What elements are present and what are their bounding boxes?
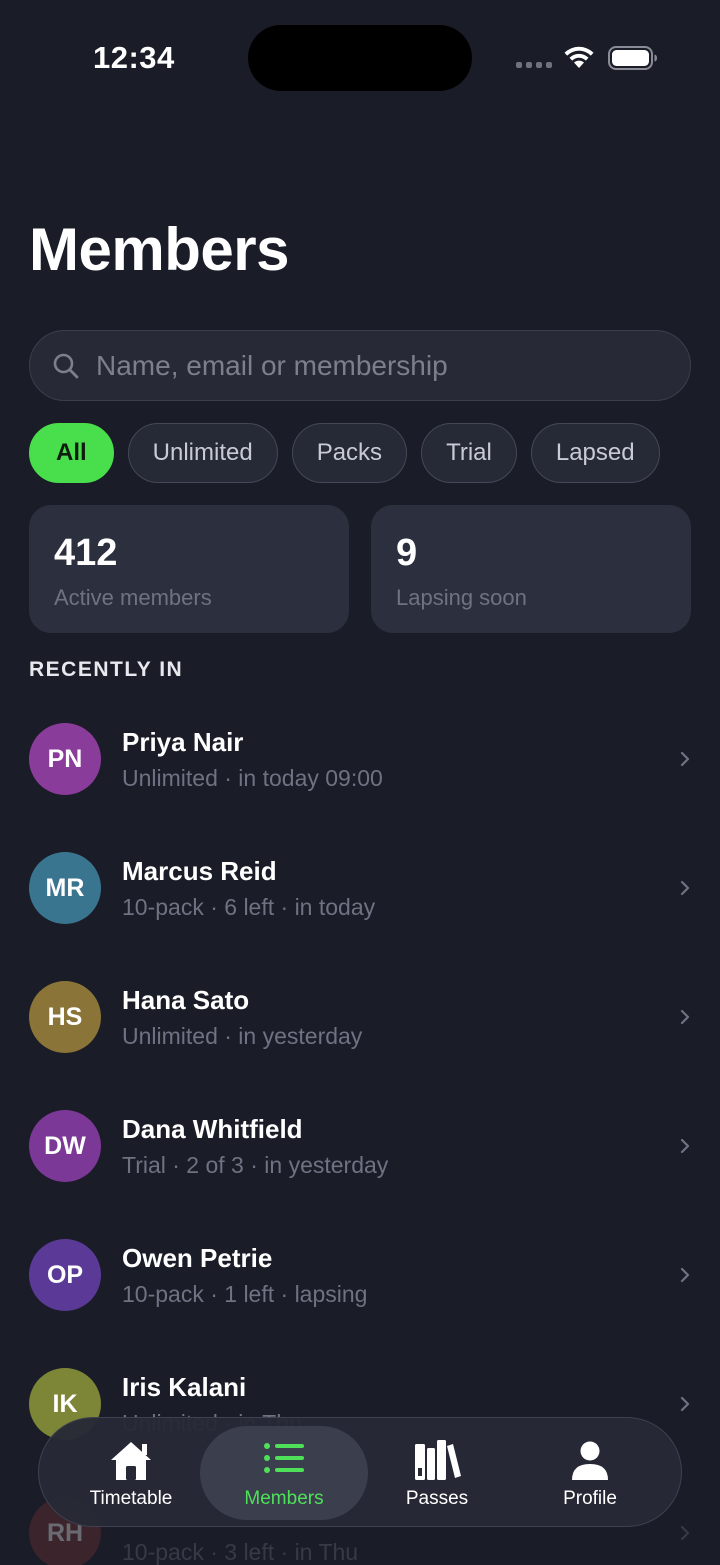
- stat-label: Active members: [54, 585, 212, 610]
- stat-label: Lapsing soon: [396, 585, 527, 610]
- member-detail: 10-pack · 1 left · lapsing: [122, 1281, 368, 1307]
- avatar: MR: [29, 852, 101, 924]
- member-detail: Trial · 2 of 3 · in yesterday: [122, 1152, 389, 1178]
- member-name: Hana Sato: [122, 985, 250, 1015]
- chevron-right-icon: [680, 1138, 690, 1154]
- member-row[interactable]: HS Hana Sato Unlimited · in yesterday: [0, 981, 720, 1081]
- tab-profile[interactable]: Profile: [506, 1426, 674, 1520]
- member-row[interactable]: OP Owen Petrie 10-pack · 1 left · lapsin…: [0, 1239, 720, 1339]
- search-icon: [53, 353, 79, 378]
- tab-timetable[interactable]: Timetable: [47, 1426, 215, 1520]
- member-detail: Unlimited · in today 09:00: [122, 765, 383, 791]
- tab-label: Timetable: [89, 1488, 173, 1509]
- chevron-right-icon: [680, 1267, 690, 1283]
- member-name: Marcus Reid: [122, 856, 277, 886]
- wifi-icon: [564, 46, 594, 68]
- member-name: Priya Nair: [122, 727, 244, 757]
- member-detail: 10-pack · 3 left · in Thu: [122, 1539, 359, 1565]
- member-name: Iris Kalani: [122, 1372, 247, 1402]
- member-detail: 10-pack · 6 left · in today: [122, 894, 376, 920]
- avatar: PN: [29, 723, 101, 795]
- status-bar: 12:34: [0, 0, 720, 110]
- member-detail: Unlimited · in yesterday: [122, 1023, 363, 1049]
- filter-chips: All Unlimited Packs Trial Lapsed: [29, 423, 660, 483]
- chevron-right-icon: [680, 880, 690, 896]
- filter-chip-all[interactable]: All: [29, 423, 114, 483]
- chevron-right-icon: [680, 751, 690, 767]
- member-row[interactable]: PN Priya Nair Unlimited · in today 09:00: [0, 723, 720, 823]
- avatar: OP: [29, 1239, 101, 1311]
- dynamic-island: [248, 25, 472, 91]
- chevron-right-icon: [680, 1396, 690, 1412]
- house-icon: [111, 1442, 151, 1480]
- person-icon: [572, 1441, 608, 1480]
- member-row[interactable]: MR Marcus Reid 10-pack · 6 left · in tod…: [0, 852, 720, 952]
- page-title: Members: [29, 216, 289, 283]
- filter-chip-packs[interactable]: Packs: [291, 423, 408, 483]
- avatar: HS: [29, 981, 101, 1053]
- tab-members[interactable]: Members: [200, 1426, 368, 1520]
- list-icon: [264, 1443, 304, 1473]
- chevron-right-icon: [680, 1009, 690, 1025]
- cellular-signal-icon: [516, 62, 552, 68]
- stat-value: 412: [54, 532, 118, 574]
- filter-chip-lapsed[interactable]: Lapsed: [530, 423, 660, 483]
- active-members-card[interactable]: 412 Active members: [29, 505, 349, 633]
- section-title: RECENTLY IN: [29, 658, 184, 681]
- avatar: DW: [29, 1110, 101, 1182]
- battery-icon: [608, 46, 657, 70]
- member-name: Owen Petrie: [122, 1243, 273, 1273]
- member-row[interactable]: DW Dana Whitfield Trial · 2 of 3 · in ye…: [0, 1110, 720, 1210]
- search-placeholder: Name, email or membership: [96, 349, 448, 381]
- filter-chip-unlimited[interactable]: Unlimited: [127, 423, 278, 483]
- filter-chip-trial[interactable]: Trial: [421, 423, 517, 483]
- tab-label: Profile: [563, 1488, 617, 1509]
- tab-label: Members: [244, 1488, 324, 1509]
- member-name: Dana Whitfield: [122, 1114, 303, 1144]
- search-input[interactable]: Name, email or membership: [29, 330, 691, 401]
- tab-passes[interactable]: Passes: [353, 1426, 521, 1520]
- status-time: 12:34: [93, 40, 175, 75]
- stat-value: 9: [396, 532, 418, 574]
- books-icon: [415, 1440, 461, 1480]
- tab-bar: Timetable Members Passes Profile: [38, 1417, 682, 1527]
- lapsing-soon-card[interactable]: 9 Lapsing soon: [371, 505, 691, 633]
- tab-label: Passes: [405, 1488, 469, 1509]
- chevron-right-icon: [680, 1525, 690, 1541]
